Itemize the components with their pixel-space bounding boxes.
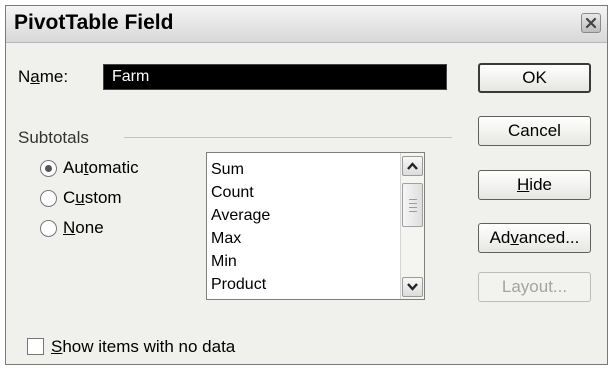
pivottable-field-dialog: PivotTable Field Name: Farm Subtotals Au… bbox=[5, 5, 608, 365]
scroll-down-button[interactable] bbox=[402, 277, 423, 297]
ok-button[interactable]: OK bbox=[478, 63, 591, 93]
vertical-scrollbar[interactable] bbox=[400, 153, 424, 299]
list-item-max[interactable]: Max bbox=[211, 227, 399, 250]
list-item-average[interactable]: Average bbox=[211, 204, 399, 227]
scroll-thumb[interactable] bbox=[402, 183, 423, 227]
automatic-radio-label[interactable]: Automatic bbox=[63, 158, 139, 178]
name-label: Name: bbox=[18, 67, 69, 86]
custom-radio[interactable] bbox=[40, 190, 57, 207]
title-bar[interactable]: PivotTable Field bbox=[6, 6, 607, 43]
list-item-min[interactable]: Min bbox=[211, 250, 399, 273]
show-items-checkbox[interactable] bbox=[27, 338, 44, 355]
custom-radio-label[interactable]: Custom bbox=[63, 188, 122, 208]
list-item-product[interactable]: Product bbox=[211, 273, 399, 296]
hide-button[interactable]: Hide bbox=[478, 170, 591, 200]
chevron-up-icon bbox=[407, 162, 418, 170]
subtotal-function-listbox[interactable]: Sum Count Average Max Min Product bbox=[206, 152, 425, 300]
thumb-grip-line bbox=[409, 199, 417, 200]
advanced-button[interactable]: Ad v anced... bbox=[478, 223, 591, 253]
name-field[interactable]: Farm bbox=[103, 64, 447, 90]
layout-button: Layout... bbox=[478, 272, 591, 302]
cancel-button[interactable]: Cancel bbox=[478, 116, 591, 146]
show-items-label[interactable]: Show items with no data bbox=[51, 337, 235, 357]
scroll-up-button[interactable] bbox=[402, 156, 423, 176]
none-radio-label[interactable]: None bbox=[63, 218, 104, 238]
list-item-count[interactable]: Count bbox=[211, 181, 399, 204]
thumb-grip-line bbox=[409, 203, 417, 204]
dialog-title: PivotTable Field bbox=[14, 11, 174, 34]
subtotals-divider bbox=[124, 137, 452, 138]
subtotals-group-label: Subtotals bbox=[18, 128, 89, 147]
close-icon bbox=[585, 17, 597, 29]
thumb-grip-line bbox=[409, 207, 417, 208]
none-radio[interactable] bbox=[40, 220, 57, 237]
thumb-grip-line bbox=[409, 211, 417, 212]
radio-selected-dot bbox=[45, 165, 52, 172]
automatic-radio[interactable] bbox=[40, 160, 57, 177]
close-button[interactable] bbox=[581, 13, 601, 33]
list-item-sum[interactable]: Sum bbox=[211, 158, 399, 181]
function-list: Sum Count Average Max Min Product bbox=[211, 158, 399, 296]
chevron-down-icon bbox=[407, 283, 418, 291]
